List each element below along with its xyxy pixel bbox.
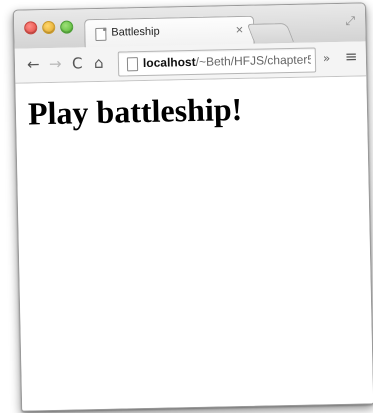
url-path: /~Beth/HFJS/chapter5... [195, 52, 312, 69]
page-title: Play battleship! [27, 90, 243, 132]
new-tab-button[interactable] [246, 23, 295, 43]
forward-icon[interactable]: → [49, 54, 62, 74]
zoom-window-button[interactable] [60, 20, 74, 34]
close-window-button[interactable] [24, 21, 38, 35]
url-host: localhost [142, 54, 196, 71]
page-icon [95, 27, 107, 42]
back-icon[interactable]: ← [27, 54, 40, 74]
tab-title: Battleship [111, 25, 160, 39]
minimize-window-button[interactable] [42, 20, 56, 35]
fullscreen-icon[interactable]: ⤢ [345, 14, 355, 29]
home-icon[interactable]: ⌂ [94, 53, 104, 73]
close-tab-icon[interactable]: × [236, 22, 244, 37]
address-bar[interactable]: localhost/~Beth/HFJS/chapter5... [117, 47, 317, 77]
menu-icon[interactable]: ≡ [345, 48, 358, 66]
url-text[interactable]: localhost/~Beth/HFJS/chapter5... [143, 53, 311, 71]
page-icon [126, 57, 139, 72]
reload-icon[interactable]: C [72, 53, 83, 73]
browser-window: Battleship × ⤢ ← → C ⌂ localhost/~Beth/H… [12, 2, 373, 412]
extensions-overflow-icon[interactable]: » [323, 51, 331, 65]
page-content: Play battleship! [15, 76, 373, 411]
